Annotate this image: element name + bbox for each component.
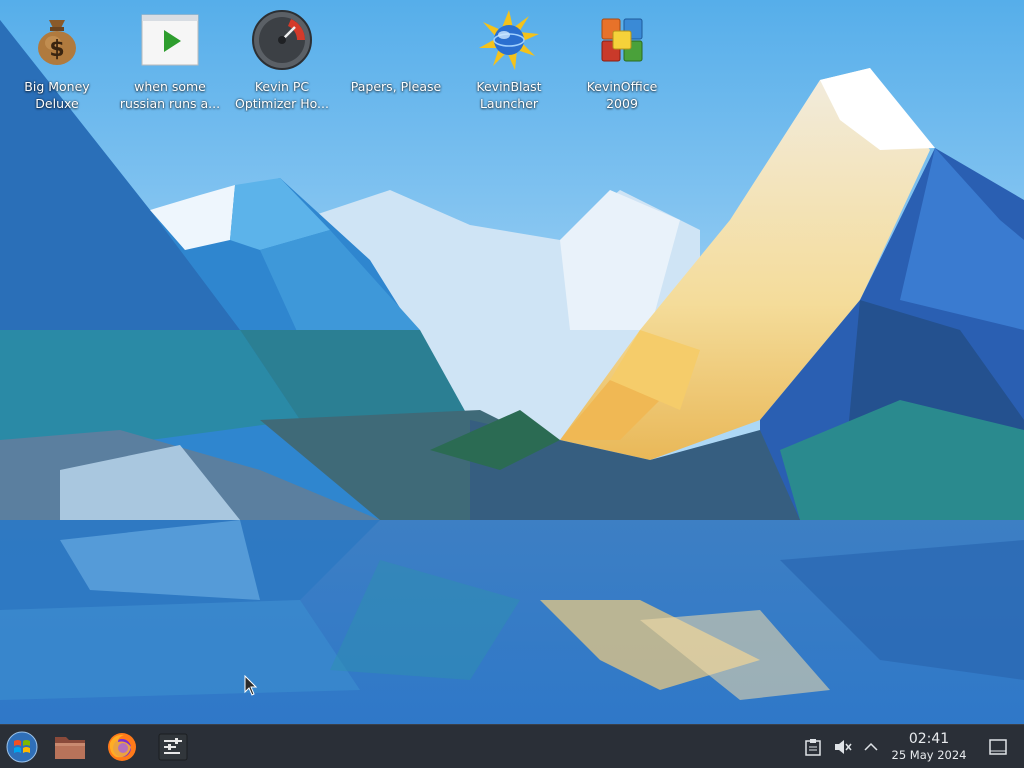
- desktop-icon-papers-please[interactable]: Papers, Please: [341, 8, 451, 95]
- terminal-button[interactable]: [155, 729, 191, 765]
- chevron-up-icon: [864, 742, 878, 751]
- mouse-cursor-icon: [244, 675, 258, 696]
- tray-expander-button[interactable]: [859, 735, 883, 759]
- blank-icon: [364, 8, 428, 72]
- globe-burst-icon: [477, 8, 541, 72]
- terminal-icon: [158, 733, 188, 761]
- icon-label-line1: KevinBlast: [476, 79, 542, 94]
- icon-label-line1: Kevin PC: [254, 79, 310, 94]
- icon-label-line2: Launcher: [479, 96, 539, 111]
- icon-label-line2: russian runs a...: [119, 96, 221, 111]
- show-desktop-button[interactable]: [986, 735, 1010, 759]
- desktop-icon-kevinblast-launcher[interactable]: KevinBlast Launcher: [454, 8, 564, 112]
- start-menu-icon: [6, 731, 38, 763]
- icon-label-line1: when some: [134, 79, 206, 94]
- clock-time: 02:41: [908, 731, 950, 747]
- desktop-icon-kevinoffice-2009[interactable]: KevinOffice 2009: [567, 8, 677, 112]
- desktop[interactable]: $ Big Money Deluxe when some russian run…: [0, 0, 1024, 724]
- speedometer-icon: [250, 8, 314, 72]
- icon-label-line2: Deluxe: [35, 96, 79, 111]
- file-manager-button[interactable]: [52, 729, 88, 765]
- firefox-button[interactable]: [104, 729, 140, 765]
- start-menu-button[interactable]: [4, 729, 40, 765]
- firefox-icon: [108, 733, 136, 761]
- clipboard-button[interactable]: [801, 735, 825, 759]
- icon-label-line1: KevinOffice: [586, 79, 658, 94]
- volume-muted-icon: [835, 740, 852, 754]
- icon-label-line1: Big Money: [24, 79, 90, 94]
- file-manager-icon: [55, 737, 85, 759]
- icon-label-line2: 2009: [606, 96, 638, 111]
- clock-date: 25 May 2024: [891, 748, 967, 762]
- icon-label-line2: Optimizer Ho...: [235, 96, 329, 111]
- money-bag-icon: $: [25, 8, 89, 72]
- desktop-icon-when-some-russian[interactable]: when some russian runs a...: [115, 8, 225, 112]
- show-desktop-icon: [989, 739, 1007, 755]
- volume-button[interactable]: [831, 735, 855, 759]
- desktop-icon-big-money-deluxe[interactable]: $ Big Money Deluxe: [2, 8, 112, 112]
- svg-text:$: $: [49, 37, 64, 62]
- icon-label-line1: Papers, Please: [350, 79, 442, 94]
- office-logo-icon: [590, 8, 654, 72]
- video-player-icon: [138, 8, 202, 72]
- clipboard-icon: [805, 739, 821, 756]
- taskbar: 02:41 25 May 2024: [0, 724, 1024, 768]
- desktop-icon-kevin-pc-optimizer[interactable]: Kevin PC Optimizer Ho...: [227, 8, 337, 112]
- clock[interactable]: 02:41 25 May 2024: [884, 731, 974, 762]
